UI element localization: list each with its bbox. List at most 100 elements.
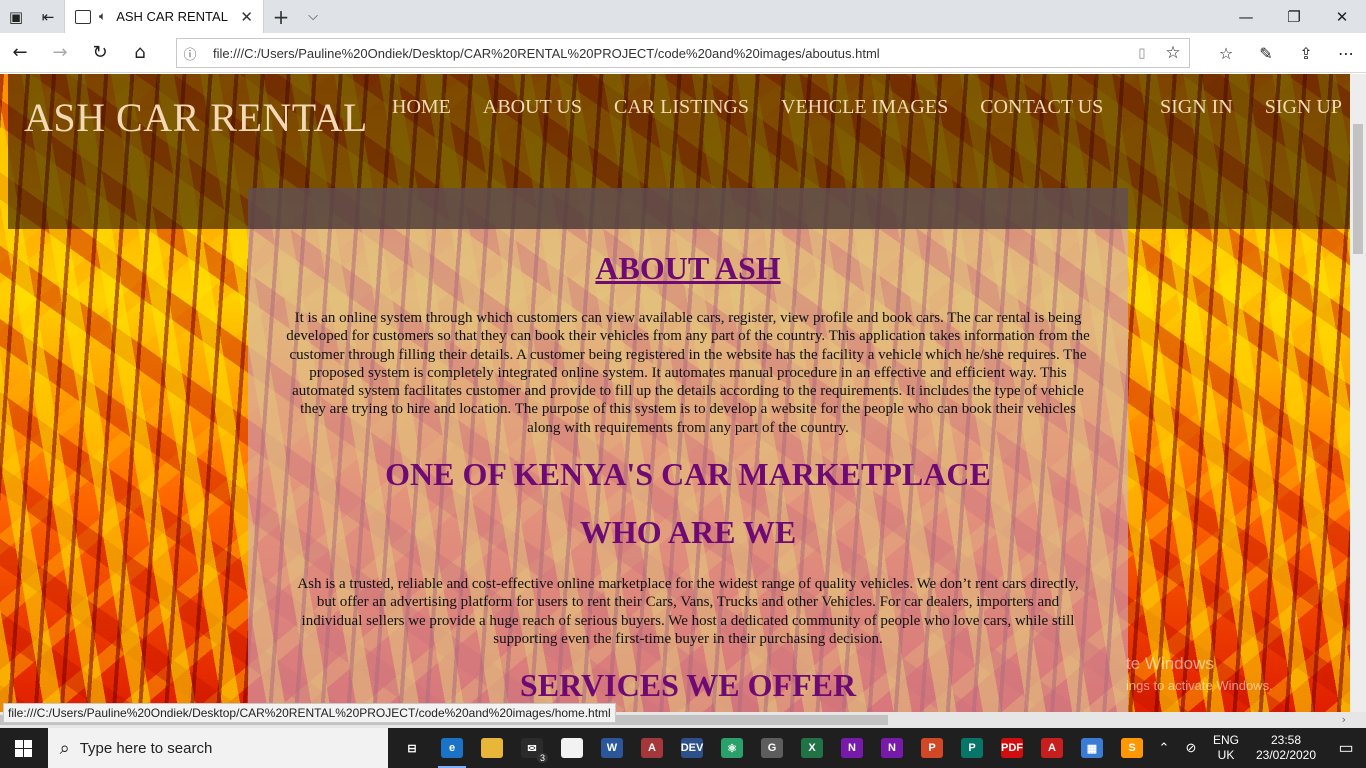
new-tab-icon[interactable]: + xyxy=(264,0,298,33)
watermark-line1: te Windows xyxy=(1126,654,1214,673)
reading-view-icon[interactable]: ▯ xyxy=(1127,45,1157,61)
sublime-icon[interactable]: S xyxy=(1112,728,1152,768)
sublime-glyph: S xyxy=(1121,738,1143,758)
file-explorer-glyph xyxy=(481,738,503,758)
search-icon: ⌕ xyxy=(59,737,70,758)
minimize-icon[interactable]: — xyxy=(1222,0,1270,33)
acrobat-icon[interactable]: A xyxy=(1032,728,1072,768)
excel-icon[interactable]: X xyxy=(792,728,832,768)
edge-glyph: e xyxy=(441,738,463,758)
link-status-bar: file:///C:/Users/Pauline%20Ondiek/Deskto… xyxy=(3,703,616,723)
forward-icon[interactable]: → xyxy=(40,33,80,73)
tab-list-icon[interactable]: ⌵ xyxy=(298,0,328,33)
gimp-icon[interactable]: G xyxy=(752,728,792,768)
pdf-reader-glyph: PDF xyxy=(1001,738,1023,758)
publisher-glyph: P xyxy=(961,738,983,758)
lang-code: ENG xyxy=(1212,733,1239,747)
scroll-right-icon[interactable]: › xyxy=(1342,712,1346,728)
favorites-icon[interactable]: ☆ xyxy=(1206,33,1246,73)
scroll-thumb[interactable] xyxy=(1353,124,1363,254)
activation-watermark: te Windows ings to activate Windows. xyxy=(1126,654,1273,693)
restore-icon[interactable]: ❐ xyxy=(1270,0,1318,33)
who-are-we-heading: WHO ARE WE xyxy=(579,514,797,550)
word-icon[interactable]: W xyxy=(592,728,632,768)
page-icon xyxy=(75,9,91,24)
address-url[interactable]: file:///C:/Users/Pauline%20Ondiek/Deskto… xyxy=(203,46,1127,61)
auth-links: SIGN IN SIGN UP xyxy=(1128,96,1342,119)
marketplace-heading: ONE OF KENYA'S CAR MARKETPLACE xyxy=(385,456,991,492)
show-hidden-icon[interactable]: ⌃ xyxy=(1152,740,1176,756)
onenote2-icon[interactable]: N xyxy=(872,728,912,768)
powerpoint-icon[interactable]: P xyxy=(912,728,952,768)
access-icon[interactable]: A xyxy=(632,728,672,768)
site-brand[interactable]: ASH CAR RENTAL xyxy=(24,94,368,141)
nav-contact-us[interactable]: CONTACT US xyxy=(980,96,1103,119)
clock-date: 23/02/2020 xyxy=(1255,748,1317,762)
network-tool-icon[interactable]: ▦ xyxy=(1072,728,1112,768)
info-icon[interactable]: ⓘ xyxy=(177,44,203,63)
task-view-icon[interactable]: ⊟ xyxy=(392,728,432,768)
home-icon[interactable]: ⌂ xyxy=(120,33,160,73)
sign-in-link[interactable]: SIGN IN xyxy=(1160,96,1233,119)
store-icon[interactable] xyxy=(552,728,592,768)
clock-time: 23:58 xyxy=(1270,733,1302,747)
devcpp-icon[interactable]: DEV xyxy=(672,728,712,768)
address-bar[interactable]: ⓘ file:///C:/Users/Pauline%20Ondiek/Desk… xyxy=(176,38,1190,68)
web-page: ASH CAR RENTAL HOME ABOUT US CAR LISTING… xyxy=(0,74,1350,712)
search-placeholder: Type here to search xyxy=(79,739,213,757)
gimp-glyph: G xyxy=(761,738,783,758)
pinned-apps: ⊟ e 3 ✉ W A DEV ⚛ G X N N P P PDF A ▦ S xyxy=(392,728,1152,768)
pdf-reader-icon[interactable]: PDF xyxy=(992,728,1032,768)
taskbar-search[interactable]: ⌕ Type here to search xyxy=(47,728,388,768)
refresh-icon[interactable]: ↻ xyxy=(80,33,120,73)
browser-tab[interactable]: 🔈︎ ASH CAR RENTAL ✕ xyxy=(64,0,264,33)
task-view-glyph: ⊟ xyxy=(401,738,423,758)
notifications-icon[interactable]: ▭ xyxy=(1326,738,1366,758)
watermark-line2: ings to activate Windows. xyxy=(1126,678,1273,693)
network-icon[interactable]: ⊘ xyxy=(1176,740,1206,756)
mute-icon[interactable]: 🔈︎ xyxy=(99,9,106,24)
about-content-panel: ABOUT ASH It is an online system through… xyxy=(248,188,1128,712)
excel-glyph: X xyxy=(801,738,823,758)
vertical-scrollbar[interactable] xyxy=(1350,74,1366,712)
tab-aside-icon[interactable]: ⇤ xyxy=(32,0,64,33)
onenote2-glyph: N xyxy=(881,738,903,758)
share-icon[interactable]: ⇪ xyxy=(1286,33,1326,73)
browser-tab-bar: ▣ ⇤ 🔈︎ ASH CAR RENTAL ✕ + ⌵ — ❐ ✕ xyxy=(0,0,1366,33)
edge-icon[interactable]: e xyxy=(432,728,472,768)
onenote-icon[interactable]: N xyxy=(832,728,872,768)
services-heading: SERVICES WE OFFER xyxy=(519,667,857,703)
onenote-glyph: N xyxy=(841,738,863,758)
pen-icon[interactable]: ✎ xyxy=(1246,33,1286,73)
access-glyph: A xyxy=(641,738,663,758)
close-window-icon[interactable]: ✕ xyxy=(1318,0,1366,33)
favorite-star-icon[interactable]: ☆ xyxy=(1157,43,1189,63)
nav-about-us[interactable]: ABOUT US xyxy=(483,96,582,119)
publisher-icon[interactable]: P xyxy=(952,728,992,768)
tab-actions-icon[interactable]: ▣ xyxy=(0,0,32,33)
main-menu: HOME ABOUT US CAR LISTINGS VEHICLE IMAGE… xyxy=(392,96,1135,119)
close-tab-icon[interactable]: ✕ xyxy=(240,8,253,26)
mail-icon[interactable]: 3 ✉ xyxy=(512,728,552,768)
file-explorer-icon[interactable] xyxy=(472,728,512,768)
sign-up-link[interactable]: SIGN UP xyxy=(1265,96,1342,119)
start-icon[interactable] xyxy=(0,728,48,768)
lang-region: UK xyxy=(1217,748,1235,762)
atom-icon[interactable]: ⚛ xyxy=(712,728,752,768)
tab-title: ASH CAR RENTAL xyxy=(116,9,228,24)
nav-home[interactable]: HOME xyxy=(392,96,451,119)
mail-badge: 3 xyxy=(536,753,548,763)
clock[interactable]: 23:58 23/02/2020 xyxy=(1246,733,1326,763)
store-glyph xyxy=(561,738,583,758)
language-indicator[interactable]: ENG UK xyxy=(1206,733,1246,763)
who-are-we-paragraph: Ash is a trusted, reliable and cost-effe… xyxy=(297,576,1079,647)
nav-vehicle-images[interactable]: VEHICLE IMAGES xyxy=(781,96,948,119)
taskbar: ⌕ Type here to search ⊟ e 3 ✉ W A DEV ⚛ G X N N P P PD… xyxy=(0,728,1366,768)
nav-car-listings[interactable]: CAR LISTINGS xyxy=(614,96,749,119)
back-icon[interactable]: ← xyxy=(0,33,40,73)
system-tray: ⌃ ⊘ ENG UK 23:58 23/02/2020 ▭ xyxy=(1152,733,1366,763)
word-glyph: W xyxy=(601,738,623,758)
more-icon[interactable]: ⋯ xyxy=(1326,33,1366,73)
acrobat-glyph: A xyxy=(1041,738,1063,758)
about-title: ABOUT ASH xyxy=(595,250,781,286)
